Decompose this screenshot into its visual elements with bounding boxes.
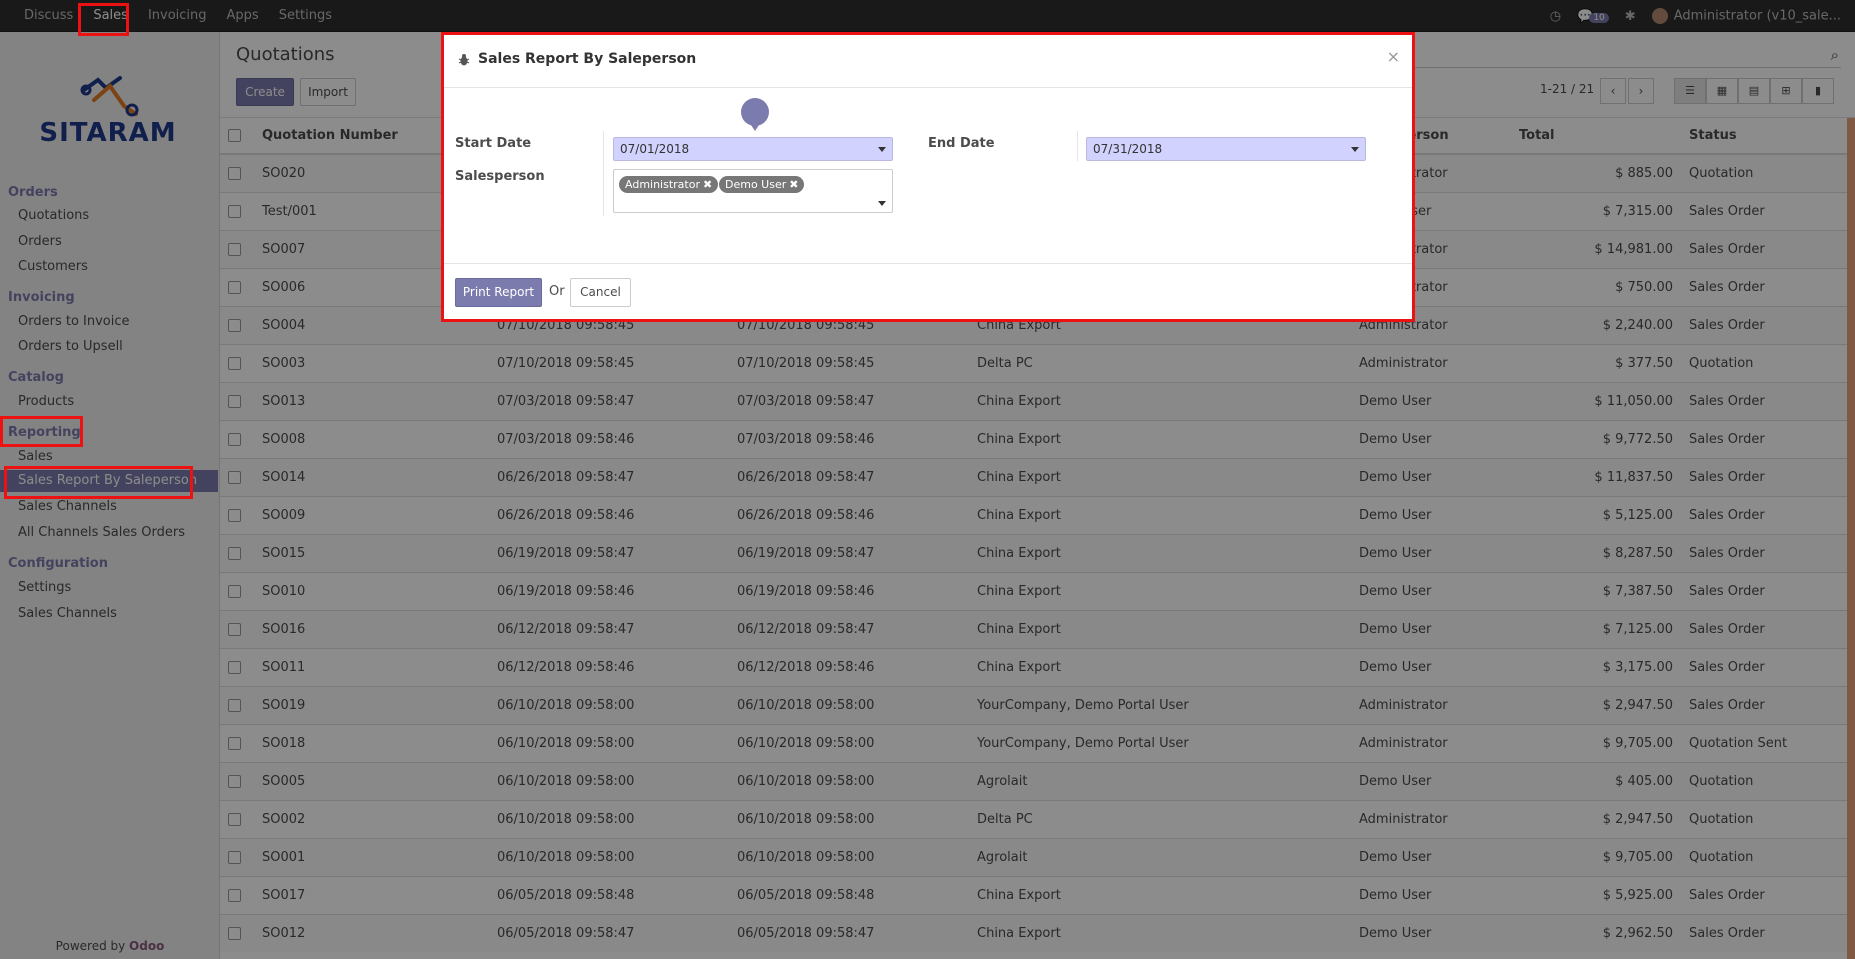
or-label: Or: [549, 284, 565, 299]
dialog-header: Sales Report By Saleperson ×: [444, 35, 1412, 88]
tag-demo-user: Demo User ✖: [719, 176, 805, 193]
field-divider: [603, 131, 604, 216]
sales-report-dialog: Sales Report By Saleperson × Start Date …: [441, 32, 1415, 322]
dialog-title: Sales Report By Saleperson: [478, 51, 697, 67]
drag-pin-icon: [741, 98, 769, 131]
salesperson-label: Salesperson: [455, 169, 545, 184]
bug-icon: [458, 54, 470, 66]
highlight-sales-menu: [78, 3, 129, 36]
field-divider: [1077, 131, 1078, 161]
tag-label: Demo User: [725, 178, 787, 191]
start-date-value: 07/01/2018: [620, 142, 690, 156]
chevron-down-icon[interactable]: [878, 201, 886, 206]
dialog-footer: Print Report Or Cancel: [444, 263, 1412, 319]
print-report-button[interactable]: Print Report: [455, 278, 542, 307]
start-date-label: Start Date: [455, 136, 532, 151]
chevron-down-icon[interactable]: [1351, 147, 1359, 152]
end-date-field[interactable]: 07/31/2018: [1086, 137, 1366, 161]
chevron-down-icon[interactable]: [878, 147, 886, 152]
cancel-button[interactable]: Cancel: [570, 278, 631, 307]
close-icon[interactable]: ×: [1387, 47, 1400, 66]
salesperson-field[interactable]: Administrator ✖ Demo User ✖: [613, 169, 893, 213]
highlight-reporting: [0, 416, 83, 447]
remove-tag-icon[interactable]: ✖: [703, 178, 712, 191]
start-date-field[interactable]: 07/01/2018: [613, 137, 893, 161]
end-date-value: 07/31/2018: [1093, 142, 1163, 156]
tag-administrator: Administrator ✖: [619, 176, 719, 193]
end-date-label: End Date: [928, 136, 995, 151]
tag-label: Administrator: [625, 178, 700, 191]
remove-tag-icon[interactable]: ✖: [789, 178, 798, 191]
highlight-sales-report: [4, 466, 193, 499]
